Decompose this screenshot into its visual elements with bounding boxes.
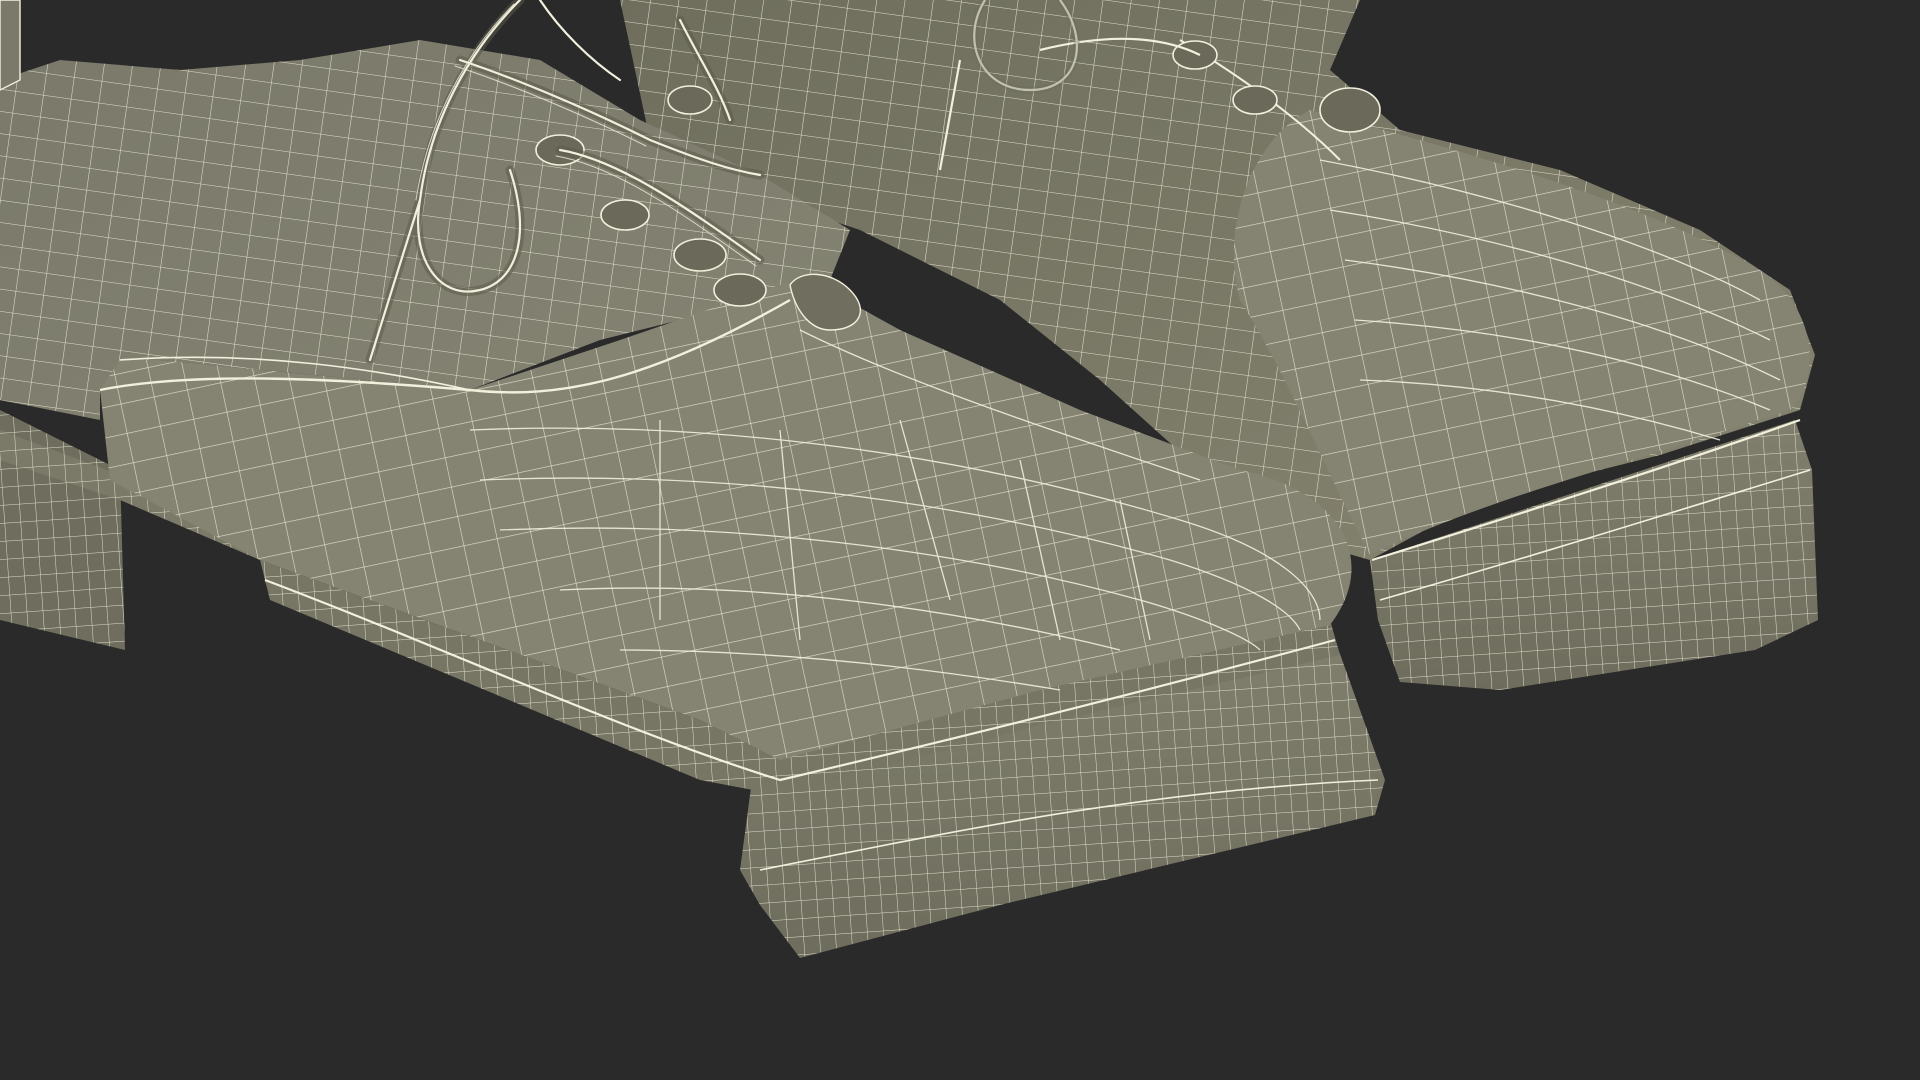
left-shoe-collar (0, 0, 21, 91)
wireframe-shoes-render (0, 0, 1920, 1080)
